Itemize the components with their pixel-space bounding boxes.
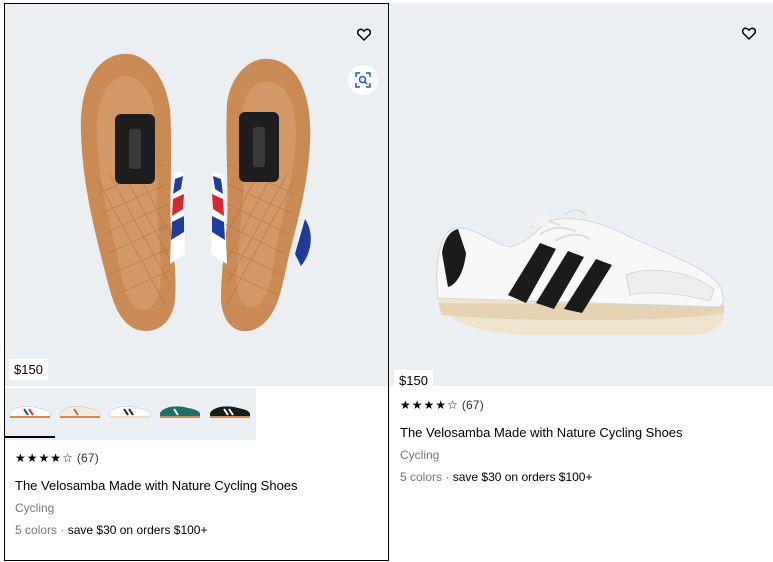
separator: · <box>445 470 450 484</box>
promo-text: save $30 on orders $100+ <box>452 470 593 484</box>
thumbnail-black-white[interactable] <box>205 388 255 438</box>
rating: ★ ★ ★ ★ ☆ (67) <box>400 397 683 413</box>
star-filled-icon: ★ <box>411 398 423 412</box>
thumbnail-cream-tan[interactable] <box>55 388 105 438</box>
product-title[interactable]: The Velosamba Made with Nature Cycling S… <box>15 478 298 494</box>
star-filled-icon: ★ <box>15 451 26 465</box>
star-outline-icon: ☆ <box>447 398 458 412</box>
product-title[interactable]: The Velosamba Made with Nature Cycling S… <box>400 425 683 441</box>
promo-text: save $30 on orders $100+ <box>67 523 208 537</box>
rating: ★ ★ ★ ★ ☆ (67) <box>15 450 298 466</box>
star-filled-icon: ★ <box>423 398 435 412</box>
star-outline-icon: ☆ <box>62 451 73 465</box>
star-filled-icon: ★ <box>50 451 62 465</box>
color-count: 5 colors <box>400 470 443 484</box>
wishlist-heart-icon[interactable] <box>354 24 374 44</box>
price-label: $150 <box>394 370 433 386</box>
star-filled-icon: ★ <box>38 451 50 465</box>
product-image[interactable]: $150 <box>5 4 388 386</box>
shoe-soles-image <box>80 53 311 332</box>
star-filled-icon: ★ <box>400 398 411 412</box>
separator: · <box>60 523 65 537</box>
star-filled-icon: ★ <box>435 398 447 412</box>
star-filled-icon: ★ <box>26 451 38 465</box>
product-promo: 5 colors · save $30 on orders $100+ <box>400 470 683 485</box>
price-label: $150 <box>9 359 48 380</box>
product-image[interactable]: $150 <box>390 3 773 386</box>
color-count: 5 colors <box>15 523 58 537</box>
thumbnail-white-blue-red[interactable] <box>5 388 55 438</box>
shoe-side-image <box>436 209 724 335</box>
rating-stars: ★ ★ ★ ★ ☆ <box>400 399 458 411</box>
wishlist-heart-icon[interactable] <box>739 23 759 43</box>
product-card-2[interactable]: $150 ★ ★ ★ ★ ☆ (67) The Velosamba Made w… <box>390 3 773 561</box>
product-card-1[interactable]: $150 ★ ★ ★ ★ ☆ (67) The Velosamba Made w… <box>4 3 389 561</box>
rating-count: (67) <box>76 451 99 465</box>
product-category: Cycling <box>400 448 440 462</box>
product-category: Cycling <box>15 501 55 515</box>
product-promo: 5 colors · save $30 on orders $100+ <box>15 523 298 538</box>
rating-count: (67) <box>461 398 484 412</box>
product-info: ★ ★ ★ ★ ☆ (67) The Velosamba Made with N… <box>15 450 298 538</box>
rating-stars: ★ ★ ★ ★ ☆ <box>15 452 73 464</box>
thumbnail-white-black-green[interactable] <box>105 388 155 438</box>
thumbnail-teal-white[interactable] <box>155 388 205 438</box>
product-info: ★ ★ ★ ★ ☆ (67) The Velosamba Made with N… <box>400 397 683 485</box>
visual-search-icon[interactable] <box>348 65 378 95</box>
color-thumbnails <box>5 388 256 440</box>
